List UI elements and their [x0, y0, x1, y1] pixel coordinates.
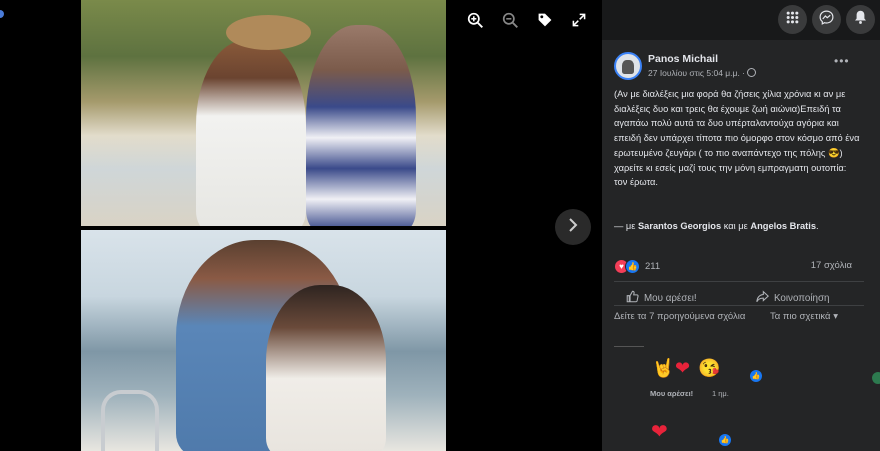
- messenger-icon: [819, 10, 834, 30]
- photo-bottom: [81, 230, 446, 451]
- comment-sort-dropdown[interactable]: Τα πιο σχετικά ▾: [770, 310, 840, 324]
- post-author[interactable]: Panos Michail: [648, 53, 718, 65]
- share-icon: [756, 290, 769, 306]
- timestamp-text[interactable]: 27 Ιουλίου στις 5:04 μ.μ. ·: [648, 68, 747, 78]
- with-prefix: — με: [614, 221, 638, 231]
- boat-rail: [101, 390, 159, 451]
- hat: [226, 15, 311, 50]
- next-photo-button[interactable]: [555, 209, 591, 245]
- reactions-summary[interactable]: ♥ 👍 211: [614, 258, 660, 274]
- like-button[interactable]: Μου αρέσει!: [626, 290, 697, 306]
- like-label[interactable]: Μου αρέσει!: [644, 293, 697, 304]
- comment-like-link[interactable]: Μου αρέσει!: [650, 389, 693, 398]
- divider: [614, 305, 864, 306]
- globe-icon: [747, 68, 757, 77]
- person-front: [266, 285, 386, 451]
- photo-viewer: [0, 0, 602, 451]
- with-conjunction: και με: [721, 221, 751, 231]
- like-reaction-icon: 👍: [625, 258, 640, 274]
- share-button[interactable]: Κοινοποίηση: [756, 290, 829, 306]
- comment-time[interactable]: 1 ημ.: [712, 389, 729, 398]
- online-indicator: [872, 372, 880, 384]
- messenger-button[interactable]: [812, 5, 841, 34]
- wink-emoji: 😘: [698, 358, 721, 378]
- comment-divider: [614, 346, 644, 347]
- tagged-people: — με Sarantos Georgios και με Angelos Br…: [614, 221, 819, 231]
- zoom-in-icon[interactable]: [463, 8, 487, 32]
- divider: [614, 281, 864, 282]
- comment-like-badge-icon: 👍: [750, 370, 762, 382]
- post-text: (Αν με διαλέξεις μια φορά θα ζήσεις χίλι…: [614, 89, 860, 188]
- person-left: [196, 40, 306, 226]
- previous-comments-link[interactable]: Δείτε τα 7 προηγούμενα σχόλια: [614, 310, 754, 324]
- post-timestamp[interactable]: 27 Ιουλίου στις 5:04 μ.μ. ·: [648, 68, 757, 78]
- zoom-out-icon[interactable]: [498, 8, 522, 32]
- top-bar: [602, 0, 880, 40]
- person-right: [306, 25, 416, 226]
- menu-button[interactable]: [778, 5, 807, 34]
- grid-menu-icon: [786, 11, 799, 29]
- tag-end: .: [816, 221, 819, 231]
- raised-hand-emoji: 🤘: [652, 358, 675, 378]
- notifications-button[interactable]: [846, 5, 875, 34]
- share-label[interactable]: Κοινοποίηση: [774, 293, 829, 304]
- comment-count[interactable]: 17 σχόλια: [811, 260, 852, 271]
- chevron-right-icon: [567, 217, 579, 237]
- avatar[interactable]: [614, 52, 642, 80]
- more-options-button[interactable]: •••: [834, 54, 850, 68]
- fullscreen-icon[interactable]: [567, 8, 591, 32]
- reaction-count[interactable]: 211: [645, 261, 660, 272]
- heart-emoji: ❤: [651, 421, 668, 443]
- close-indicator[interactable]: [0, 10, 4, 18]
- tag-link-2[interactable]: Angelos Bratis: [750, 221, 816, 231]
- comment-like-badge-icon: 👍: [719, 434, 731, 446]
- tag-icon[interactable]: [533, 8, 557, 32]
- photo-top: [81, 0, 446, 226]
- thumbs-up-icon: [626, 290, 639, 306]
- tag-link-1[interactable]: Sarantos Georgios: [638, 221, 721, 231]
- post-panel: Panos Michail 27 Ιουλίου στις 5:04 μ.μ. …: [602, 40, 880, 451]
- bell-icon: [854, 10, 867, 29]
- heart-emoji: ❤: [675, 358, 691, 378]
